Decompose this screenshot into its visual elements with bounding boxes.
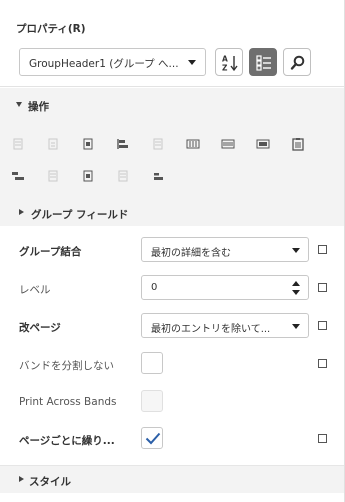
- level-label: レベル: [19, 284, 51, 296]
- repeat-each-page-checkbox[interactable]: [141, 427, 163, 449]
- align-right-icon[interactable]: [78, 134, 98, 154]
- style-section-header[interactable]: スタイル: [0, 465, 344, 493]
- svg-text:Z: Z: [222, 64, 228, 73]
- align-to-grid-icon[interactable]: [78, 166, 98, 186]
- checkmark-icon: [145, 432, 161, 445]
- align-top-icon[interactable]: [113, 134, 133, 154]
- group-join-label: グループ結合: [19, 246, 82, 258]
- repeat-each-page-reset-checkbox[interactable]: [318, 434, 327, 443]
- align-center-icon[interactable]: [43, 134, 63, 154]
- repeat-each-page-label: ページごとに繰り...: [19, 435, 115, 447]
- page-break-value: 最初のエントリを除いて...: [151, 324, 271, 335]
- operations-section-label: 操作: [28, 101, 49, 113]
- size-to-grid-icon[interactable]: [113, 166, 133, 186]
- clipboard-icon[interactable]: [288, 134, 308, 154]
- page-break-label: 改ページ: [19, 322, 61, 334]
- same-height-icon[interactable]: [218, 134, 238, 154]
- panel-header: プロパティ(R) GroupHeader1 (グループ へ... A Z: [0, 0, 344, 87]
- group-fields-row[interactable]: グループ フィールド: [0, 200, 344, 226]
- properties-panel: プロパティ(R) GroupHeader1 (グループ へ... A Z 操作 …: [0, 0, 345, 502]
- spin-up-icon[interactable]: [292, 281, 300, 286]
- panel-title: プロパティ(R): [16, 23, 86, 35]
- property-level: レベル 0: [0, 270, 344, 308]
- property-keep-together: バンドを分割しない: [0, 346, 344, 384]
- search-icon: [290, 55, 305, 70]
- keep-together-label: バンドを分割しない: [19, 360, 115, 372]
- property-repeat-each-page: ページごとに繰り...: [0, 421, 344, 459]
- expand-arrow-icon: [19, 476, 24, 482]
- categorized-view-button[interactable]: [249, 48, 277, 76]
- align-bottom-icon[interactable]: [148, 166, 168, 186]
- keep-together-reset-checkbox[interactable]: [318, 359, 327, 368]
- level-value: 0: [151, 282, 158, 293]
- page-break-select[interactable]: 最初のエントリを除いて...: [141, 313, 309, 338]
- level-reset-checkbox[interactable]: [318, 283, 327, 292]
- search-button[interactable]: [283, 48, 311, 76]
- sort-alphabetical-button[interactable]: A Z: [215, 48, 243, 76]
- send-to-back-icon[interactable]: [43, 166, 63, 186]
- align-middle-icon[interactable]: [148, 134, 168, 154]
- same-width-icon[interactable]: [183, 134, 203, 154]
- chevron-down-icon: [188, 60, 196, 65]
- bring-to-front-icon[interactable]: [8, 166, 28, 186]
- chevron-down-icon: [292, 324, 300, 329]
- property-page-break: 改ページ 最初のエントリを除いて...: [0, 308, 344, 346]
- operations-section-header[interactable]: 操作: [0, 88, 344, 126]
- group-fields-label: グループ フィールド: [31, 209, 129, 221]
- spin-down-icon[interactable]: [292, 290, 300, 295]
- expand-arrow-icon: [19, 209, 24, 215]
- group-join-select[interactable]: 最初の詳細を含む: [141, 237, 309, 262]
- align-left-icon[interactable]: [8, 134, 28, 154]
- property-group-join: グループ結合 最初の詳細を含む: [0, 232, 344, 270]
- svg-text:A: A: [222, 55, 228, 64]
- page-break-reset-checkbox[interactable]: [318, 321, 327, 330]
- level-stepper[interactable]: 0: [141, 275, 309, 300]
- component-selector-value: GroupHeader1 (グループ へ...: [29, 58, 179, 70]
- group-join-value: 最初の詳細を含む: [151, 248, 231, 259]
- sort-alphabetical-icon: A Z: [222, 55, 238, 73]
- categorized-icon: [256, 55, 271, 71]
- property-print-across-bands: Print Across Bands: [0, 384, 344, 422]
- group-join-reset-checkbox[interactable]: [318, 245, 327, 254]
- chevron-down-icon: [292, 248, 300, 253]
- collapse-arrow-icon: [16, 102, 22, 107]
- style-section-label: スタイル: [29, 476, 71, 488]
- component-selector[interactable]: GroupHeader1 (グループ へ...: [19, 48, 206, 76]
- same-size-icon[interactable]: [253, 134, 273, 154]
- print-across-bands-checkbox: [141, 390, 163, 412]
- print-across-bands-label: Print Across Bands: [19, 396, 117, 408]
- keep-together-checkbox[interactable]: [141, 352, 163, 374]
- operations-toolbar: [0, 126, 344, 200]
